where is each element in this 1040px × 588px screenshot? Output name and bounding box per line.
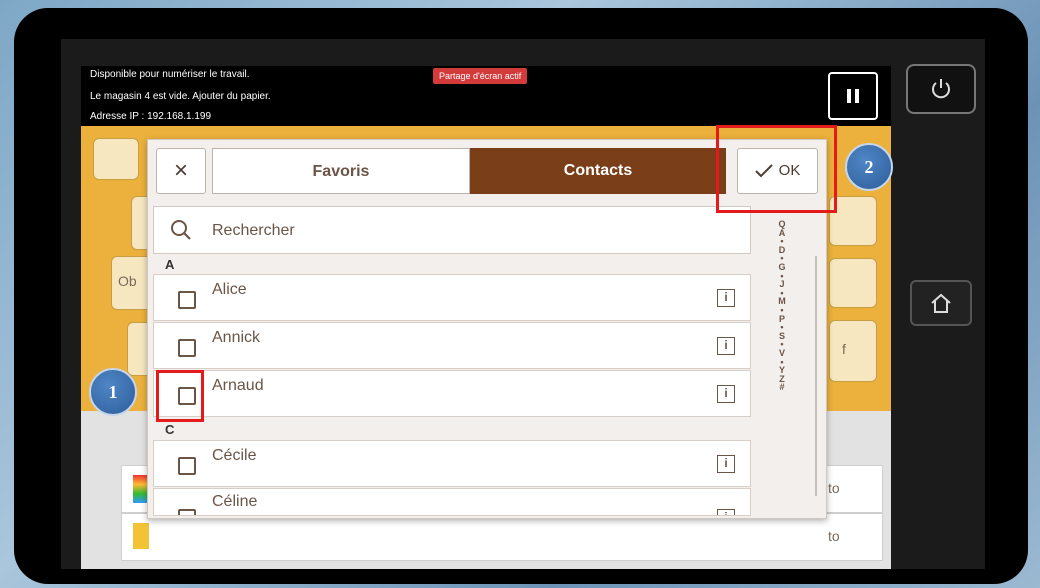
contact-checkbox[interactable] <box>178 509 196 515</box>
callout-step-2: 2 <box>845 143 893 191</box>
contact-checkbox[interactable] <box>178 339 196 357</box>
info-icon[interactable]: i <box>717 509 735 515</box>
callout-step-1: 1 <box>89 368 137 416</box>
pause-icon-bar <box>855 89 859 103</box>
contact-name: Cécile <box>212 447 257 464</box>
power-icon <box>932 79 950 99</box>
background-row: to <box>121 513 883 561</box>
info-glyph: i <box>724 510 727 515</box>
background-user-tile <box>93 138 139 180</box>
tab-favoris[interactable]: Favoris <box>212 148 470 194</box>
home-button[interactable] <box>910 280 972 326</box>
background-tile: f <box>829 320 877 382</box>
background-label: to <box>828 480 840 496</box>
contact-row[interactable]: Alice i <box>153 274 751 321</box>
alphabet-index[interactable]: Q A • D • G • J • M • P • S • V • Y Z # <box>772 220 792 392</box>
background-label: f <box>842 341 846 357</box>
contact-name: Annick <box>212 329 261 346</box>
status-message: Le magasin 4 est vide. Ajouter du papier… <box>90 91 271 102</box>
pause-icon <box>847 89 851 103</box>
highlight-ok-box <box>716 125 837 213</box>
contact-checkbox[interactable] <box>178 291 196 309</box>
contact-row[interactable]: Céline i <box>153 488 751 516</box>
status-message: Disponible pour numériser le travail. <box>90 69 250 80</box>
info-glyph: i <box>724 290 728 304</box>
tab-label: Favoris <box>312 163 370 180</box>
pause-button[interactable] <box>828 72 878 120</box>
power-button[interactable] <box>906 64 976 114</box>
highlight-checkbox-box <box>156 370 204 422</box>
info-icon[interactable]: i <box>717 385 735 403</box>
close-button[interactable]: × <box>156 148 206 194</box>
info-icon[interactable]: i <box>717 289 735 307</box>
search-placeholder: Rechercher <box>212 222 295 239</box>
info-glyph: i <box>724 456 728 470</box>
tab-label: Contacts <box>563 162 633 179</box>
contact-row[interactable]: Cécile i <box>153 440 751 487</box>
background-label: to <box>828 528 840 544</box>
info-icon[interactable]: i <box>717 455 735 473</box>
background-label: Ob <box>118 273 137 289</box>
screen-share-badge: Partage d'écran actif <box>433 68 528 84</box>
search-input[interactable]: Rechercher <box>153 206 751 254</box>
info-icon[interactable]: i <box>717 337 735 355</box>
app-yellow-icon <box>133 523 149 549</box>
info-glyph: i <box>724 338 728 352</box>
section-header-a: A <box>153 256 751 274</box>
contact-name: Alice <box>212 281 247 298</box>
contact-checkbox[interactable] <box>178 457 196 475</box>
scrollbar[interactable] <box>815 256 817 496</box>
contact-name: Céline <box>212 493 258 510</box>
ip-address: Adresse IP : 192.168.1.199 <box>90 111 212 122</box>
device-screen: Ob f to to Disponible pour numériser le … <box>61 39 985 569</box>
section-header-c: C <box>153 421 751 439</box>
tab-contacts[interactable]: Contacts <box>470 148 726 194</box>
contact-row[interactable]: Annick i <box>153 322 751 369</box>
alpha-index-item[interactable]: # <box>772 383 792 392</box>
background-tile <box>829 258 877 308</box>
close-icon: × <box>173 157 188 184</box>
search-icon <box>171 220 191 240</box>
info-glyph: i <box>724 386 728 400</box>
share-badge-label: Partage d'écran actif <box>439 71 522 81</box>
home-icon <box>931 293 951 313</box>
contact-row[interactable]: Arnaud i <box>153 370 751 417</box>
contact-name: Arnaud <box>212 377 264 394</box>
